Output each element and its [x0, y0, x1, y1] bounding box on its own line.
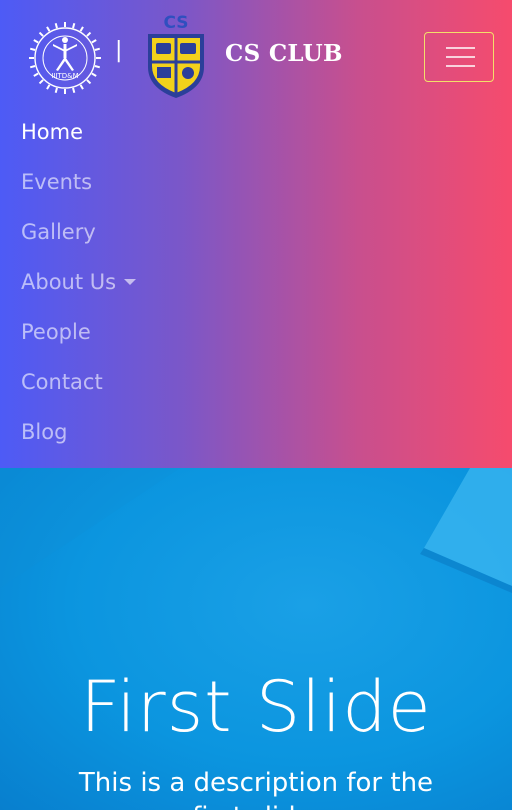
slide-description: This is a description for the first slid… — [78, 768, 434, 810]
caret-down-icon — [124, 278, 137, 285]
nav-item-label: People — [21, 320, 91, 344]
nav-item-gallery[interactable]: Gallery — [21, 212, 321, 262]
nav-menu: Home Events Gallery About Us People Cont… — [21, 112, 321, 462]
institute-logo[interactable]: IIITD&M — [25, 18, 105, 98]
slide-title: First Slide — [80, 666, 432, 748]
nav-item-about-us[interactable]: About Us — [21, 262, 321, 312]
nav-item-label: Events — [21, 170, 93, 194]
hamburger-icon — [446, 47, 475, 49]
nav-item-home[interactable]: Home — [21, 112, 321, 162]
navbar: IIITD&M | CS CS CLUB Home Events Gallery… — [0, 0, 512, 468]
svg-text:IIITD&M: IIITD&M — [51, 72, 78, 80]
svg-text:CS: CS — [163, 13, 188, 33]
nav-item-people[interactable]: People — [21, 312, 321, 362]
nav-item-label: Gallery — [21, 220, 96, 244]
hamburger-icon-bar — [446, 56, 475, 58]
nav-item-label: Contact — [21, 370, 103, 394]
nav-item-blog[interactable]: Blog — [21, 412, 321, 462]
cs-club-logo[interactable]: CS — [143, 12, 209, 100]
nav-item-events[interactable]: Events — [21, 162, 321, 212]
slide-background-image — [0, 468, 512, 593]
club-name[interactable]: CS CLUB — [225, 40, 343, 67]
brand-separator: | — [115, 38, 123, 63]
brand-row: IIITD&M | CS CS CLUB — [0, 0, 512, 112]
nav-item-label: Blog — [21, 420, 68, 444]
nav-item-contact[interactable]: Contact — [21, 362, 321, 412]
nav-item-label: Home — [21, 120, 84, 144]
hamburger-icon-bar — [446, 65, 475, 67]
carousel-slide[interactable]: First Slide This is a description for th… — [0, 468, 512, 810]
nav-item-label: About Us — [21, 270, 117, 294]
navbar-toggler-button[interactable] — [424, 32, 494, 82]
